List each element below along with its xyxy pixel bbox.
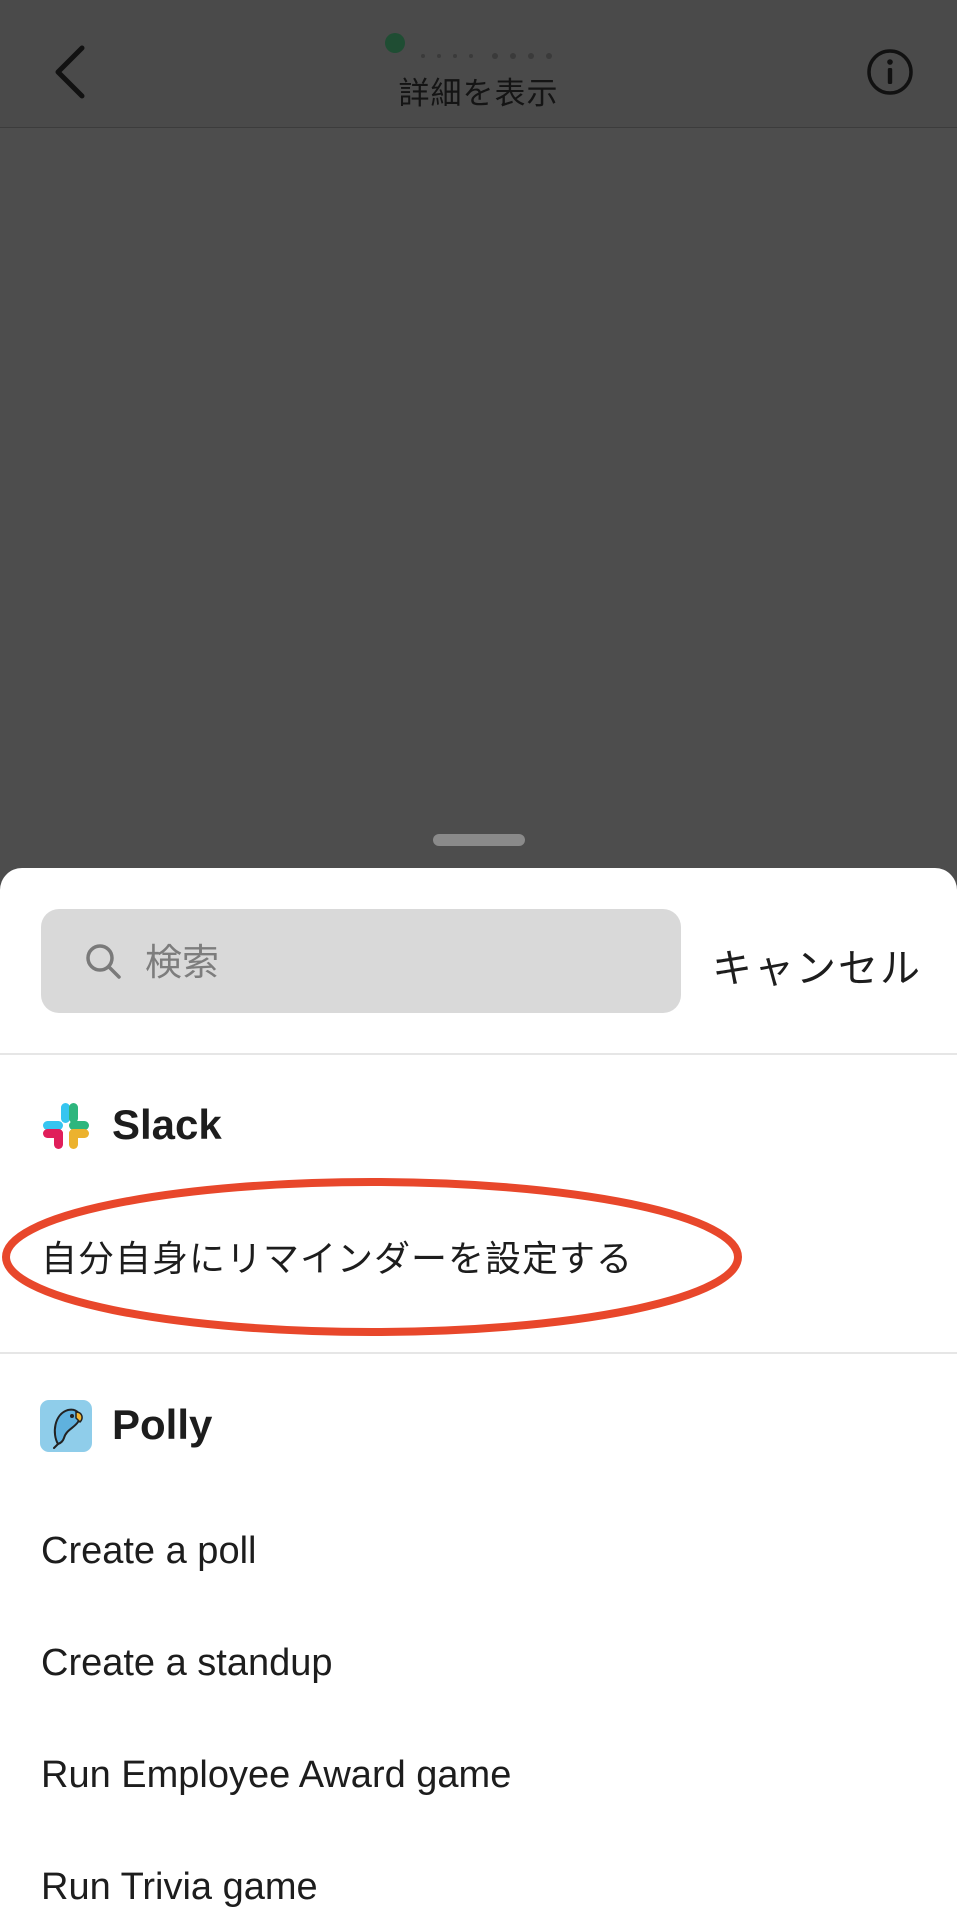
online-status-dot [385, 33, 405, 53]
divider [0, 1352, 957, 1354]
search-bar[interactable] [41, 909, 681, 1013]
slack-logo-icon [43, 1103, 89, 1149]
obscured-channel-name [421, 53, 552, 59]
shortcuts-sheet: キャンセル Slack 自分自身にリマインダーを設定する Polly Creat… [0, 868, 957, 1928]
app-name-polly: Polly [112, 1401, 213, 1448]
trivia-game-action[interactable]: Run Trivia game [41, 1866, 318, 1909]
search-input[interactable] [143, 931, 657, 993]
set-reminder-action[interactable]: 自分自身にリマインダーを設定する [41, 1230, 633, 1282]
cancel-button[interactable]: キャンセル [712, 936, 922, 994]
app-name-slack: Slack [112, 1101, 222, 1148]
view-details-label[interactable]: 詳細を表示 [0, 68, 957, 113]
employee-award-action[interactable]: Run Employee Award game [41, 1754, 511, 1797]
info-circle-icon [867, 49, 913, 95]
create-standup-action[interactable]: Create a standup [41, 1642, 333, 1685]
divider [0, 1053, 957, 1055]
channel-header: 詳細を表示 [0, 0, 957, 128]
info-button[interactable] [866, 48, 914, 96]
search-icon [86, 944, 121, 979]
sheet-drag-handle[interactable] [433, 834, 525, 846]
polly-bird-icon [40, 1400, 92, 1452]
create-poll-action[interactable]: Create a poll [41, 1530, 256, 1573]
